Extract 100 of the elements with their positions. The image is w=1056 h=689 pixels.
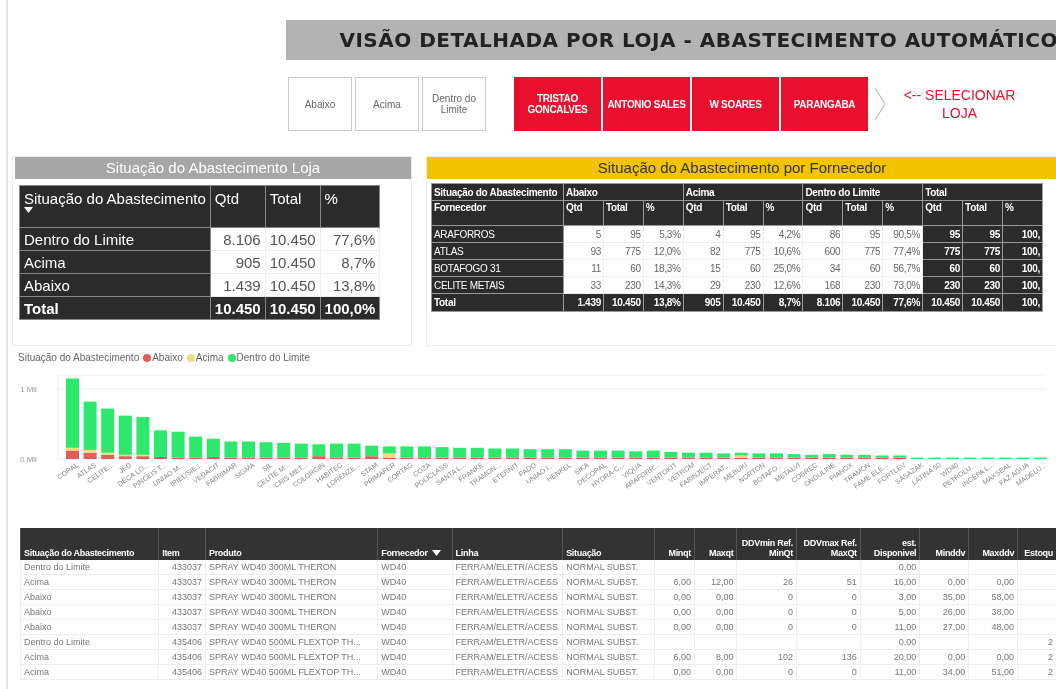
table-cell: 0 xyxy=(851,592,857,602)
legend-title: Situação do Abastecimento xyxy=(18,352,140,363)
table-cell: SPRAY WD40 500ML FLEXTOP TH... xyxy=(208,637,361,647)
table-cell: Abaixo xyxy=(24,607,52,617)
table-cell: WD40 xyxy=(381,592,407,602)
table-cell: WD40 xyxy=(381,637,407,647)
table-cell: 0,00 xyxy=(996,577,1015,587)
table-cell: 0 xyxy=(788,592,793,602)
table-cell: 0,00 xyxy=(996,652,1015,662)
table-cell: SPRAY WD40 300ML THERON xyxy=(208,607,337,617)
table-cell: 58,00 xyxy=(991,592,1015,602)
table-cell: FERRAM/ELETR/ACESS xyxy=(455,652,559,662)
table-cell: Abaixo xyxy=(24,592,52,602)
table-cell: 11,00 xyxy=(894,622,917,632)
table-cell: FERRAM/ELETR/ACESS xyxy=(455,577,559,587)
table-cell: 20,00 xyxy=(893,652,917,662)
table-cell: Abaixo xyxy=(24,622,52,632)
table-cell: 435406 xyxy=(171,652,202,662)
table-cell: 0,00 xyxy=(715,622,734,632)
table-cell: 48,00 xyxy=(991,622,1015,632)
table-cell: 0 xyxy=(851,607,857,617)
table-cell: 136 xyxy=(841,652,857,662)
table-cell: 433037 xyxy=(171,562,202,572)
table-cell: Acima xyxy=(24,667,49,677)
table-cell: FERRAM/ELETR/ACESS xyxy=(455,622,559,632)
table-cell: Dentro do Limite xyxy=(19,227,211,251)
table-cell: NORMAL SUBST. xyxy=(566,622,639,632)
table-cell: WD40 xyxy=(381,577,407,587)
table-cell: NORMAL SUBST. xyxy=(566,577,639,587)
table-cell: 0,00 xyxy=(673,607,691,617)
table-cell: 35,00 xyxy=(942,592,966,602)
table-cell: 0,00 xyxy=(715,667,734,677)
table-cell: 16,00 xyxy=(893,577,917,587)
table-cell: 433037 xyxy=(171,607,202,617)
total-cell: Total xyxy=(19,296,211,320)
table-cell: NORMAL SUBST. xyxy=(566,652,639,662)
select-store-hint: <-- SELECIONAR LOJA xyxy=(902,85,1017,123)
table-cell: SPRAY WD40 500ML FLEXTOP TH... xyxy=(208,652,361,662)
table-cell: Abaixo xyxy=(19,273,211,297)
table-cell: 2 xyxy=(1048,667,1053,677)
table-cell: 51,00 xyxy=(991,667,1015,677)
table-cell: FERRAM/ELETR/ACESS xyxy=(455,667,559,677)
table-cell: NORMAL SUBST. xyxy=(566,592,639,602)
table-cell: 0,00 xyxy=(673,667,691,677)
table-cell: 51 xyxy=(846,577,857,587)
table-cell: 12,00 xyxy=(710,577,734,587)
table-cell: 0,00 xyxy=(673,622,691,632)
table-cell: 6,00 xyxy=(673,652,691,662)
table-cell: NORMAL SUBST. xyxy=(566,607,639,617)
table-cell: WD40 xyxy=(381,667,407,677)
table-cell: 34,00 xyxy=(942,667,966,677)
table-cell: 11,00 xyxy=(894,667,917,677)
column-group-header: Acima xyxy=(683,183,803,201)
table-cell: 0 xyxy=(851,667,857,677)
table-cell: NORMAL SUBST. xyxy=(566,637,639,647)
table-cell: SPRAY WD40 300ML THERON xyxy=(208,562,337,572)
table-cell: 433037 xyxy=(171,622,202,632)
table-cell: 435406 xyxy=(171,667,202,677)
column-group-header: Total xyxy=(922,183,1043,201)
table-cell: 0 xyxy=(851,622,857,632)
table-cell: NORMAL SUBST. xyxy=(566,667,639,677)
table-cell: SPRAY WD40 300ML THERON xyxy=(208,577,337,587)
y-axis-label: 0 Mil xyxy=(20,455,37,464)
table-cell: Acima xyxy=(24,652,49,662)
table-cell: 0 xyxy=(788,622,793,632)
table-cell: 0,00 xyxy=(898,637,917,647)
table-cell: 0,00 xyxy=(947,652,966,662)
table-cell: 0,00 xyxy=(715,607,734,617)
table-cell: 0,00 xyxy=(947,577,966,587)
panel-title: Situação do Abastecimento Loja xyxy=(15,157,411,179)
table-cell: WD40 xyxy=(381,607,407,617)
table-cell: NORMAL SUBST. xyxy=(566,562,639,572)
table-cell: Acima xyxy=(19,250,211,274)
table-cell: FERRAM/ELETR/ACESS xyxy=(455,592,559,602)
table-cell: WD40 xyxy=(381,652,407,662)
table-cell: 38,00 xyxy=(991,607,1015,617)
table-cell: 433037 xyxy=(171,577,202,587)
table-cell: SPRAY WD40 300ML THERON xyxy=(208,592,337,602)
column-group-header: Abaixo xyxy=(563,183,684,201)
table-cell: 2 xyxy=(1048,652,1053,662)
table-cell: Dentro do Limite xyxy=(24,637,91,647)
table-cell: FERRAM/ELETR/ACESS xyxy=(455,562,559,572)
table-cell: 0 xyxy=(788,667,793,677)
table-cell: FERRAM/ELETR/ACESS xyxy=(455,637,559,647)
table-cell: WD40 xyxy=(381,562,407,572)
table-cell: 6,00 xyxy=(673,577,691,587)
table-cell: Dentro do Limite xyxy=(24,562,91,572)
table-cell: 0,00 xyxy=(715,592,734,602)
y-axis-label: 1 Mil xyxy=(20,385,37,394)
table-cell: WD40 xyxy=(381,622,407,632)
column-header: Situação do Abastecimento xyxy=(431,183,564,201)
table-cell: SPRAY WD40 500ML FLEXTOP TH... xyxy=(208,667,361,677)
column-group-header: Dentro do Limite xyxy=(802,183,923,201)
table-cell: 0,00 xyxy=(673,592,691,602)
table-cell: 435406 xyxy=(171,637,202,647)
table-cell: 0,00 xyxy=(898,562,917,572)
table-cell: SPRAY WD40 300ML THERON xyxy=(208,622,337,632)
panel-title: Situação do Abastecimento por Fornecedor xyxy=(427,157,1056,179)
table-cell: 2 xyxy=(1048,637,1053,647)
page-title: VISÃO DETALHADA POR LOJA - ABASTECIMENTO AUTOMÁTICO xyxy=(286,20,1056,60)
